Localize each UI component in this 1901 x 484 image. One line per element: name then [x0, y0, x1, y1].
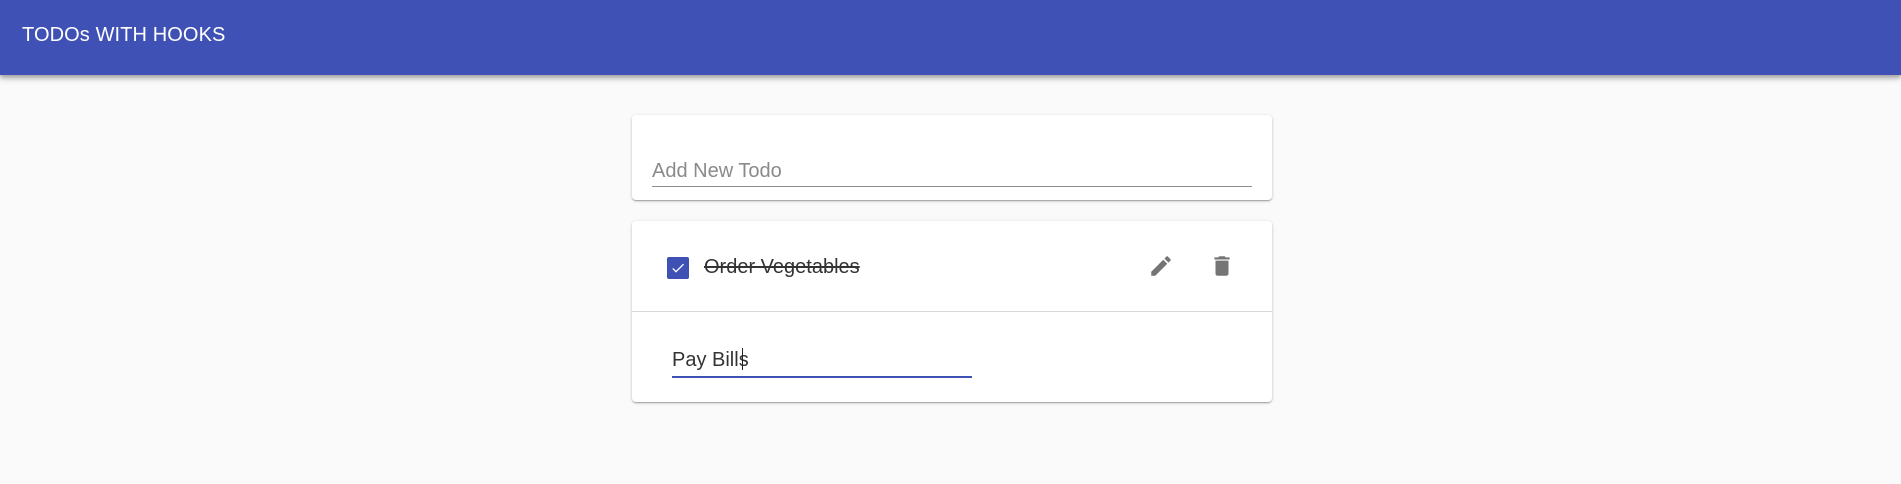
- todo-list: Order Vegetables: [632, 221, 1272, 402]
- edit-button[interactable]: [1141, 246, 1181, 286]
- pencil-icon: [1151, 256, 1171, 276]
- todo-checkbox[interactable]: [667, 257, 689, 279]
- new-todo-input[interactable]: [652, 157, 1252, 187]
- check-icon: [672, 263, 684, 273]
- todo-item: Order Vegetables: [632, 221, 1272, 312]
- todo-text: Order Vegetables: [704, 256, 860, 278]
- text-caret: [742, 348, 743, 370]
- trash-icon: [1214, 256, 1230, 276]
- todo-item-editing: [632, 312, 1272, 402]
- new-todo-form: [632, 115, 1272, 200]
- app-title: TODOs WITH HOOKS: [22, 24, 226, 46]
- edit-todo-input[interactable]: [672, 344, 972, 378]
- app-bar: TODOs WITH HOOKS: [0, 0, 1901, 75]
- delete-button[interactable]: [1202, 246, 1242, 286]
